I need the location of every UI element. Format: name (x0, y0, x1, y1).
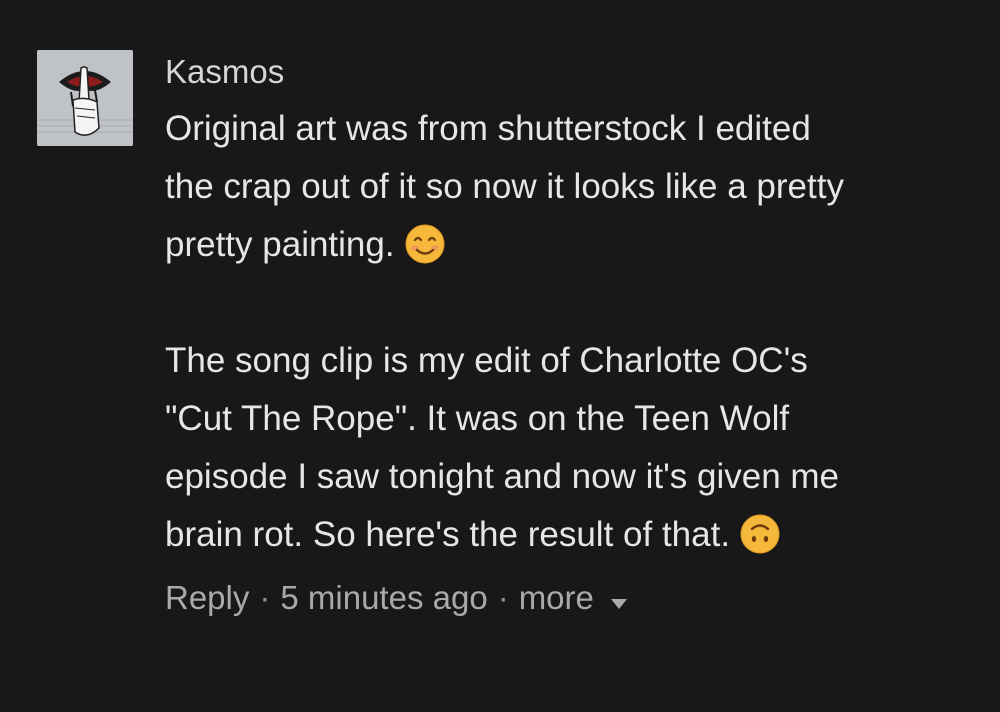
upside-down-face-icon (740, 514, 780, 554)
comment-body: Original art was from shutterstock I edi… (165, 100, 965, 564)
reply-button[interactable]: Reply (165, 578, 249, 618)
more-label: more (518, 579, 594, 616)
avatar-image (37, 50, 133, 146)
comment-author[interactable]: Kasmos (165, 52, 965, 92)
smiling-face-icon (405, 224, 445, 264)
comment-line: the crap out of it so now it looks like … (165, 167, 844, 206)
comment-line: pretty painting. (165, 216, 965, 274)
avatar[interactable] (37, 50, 133, 146)
comment-line: Original art was from shutterstock I edi… (165, 109, 811, 148)
comment-content: Kasmos Original art was from shutterstoc… (165, 50, 965, 618)
more-button[interactable]: more (518, 578, 628, 618)
comment-paragraph-1: Original art was from shutterstock I edi… (165, 100, 965, 274)
timestamp: 5 minutes ago (280, 579, 488, 616)
comment-line: episode I saw tonight and now it's given… (165, 457, 840, 496)
comment-line: The song clip is my edit of Charlotte OC… (165, 341, 808, 380)
separator: · (259, 579, 271, 616)
chevron-down-icon (611, 599, 628, 609)
comment-line: "Cut The Rope". It was on the Teen Wolf (165, 399, 790, 438)
separator: · (497, 579, 509, 616)
comment-line: brain rot. So here's the result of that. (165, 506, 965, 564)
comment-actions: Reply · 5 minutes ago · more (165, 578, 965, 618)
comment-paragraph-2: The song clip is my edit of Charlotte OC… (165, 332, 965, 564)
